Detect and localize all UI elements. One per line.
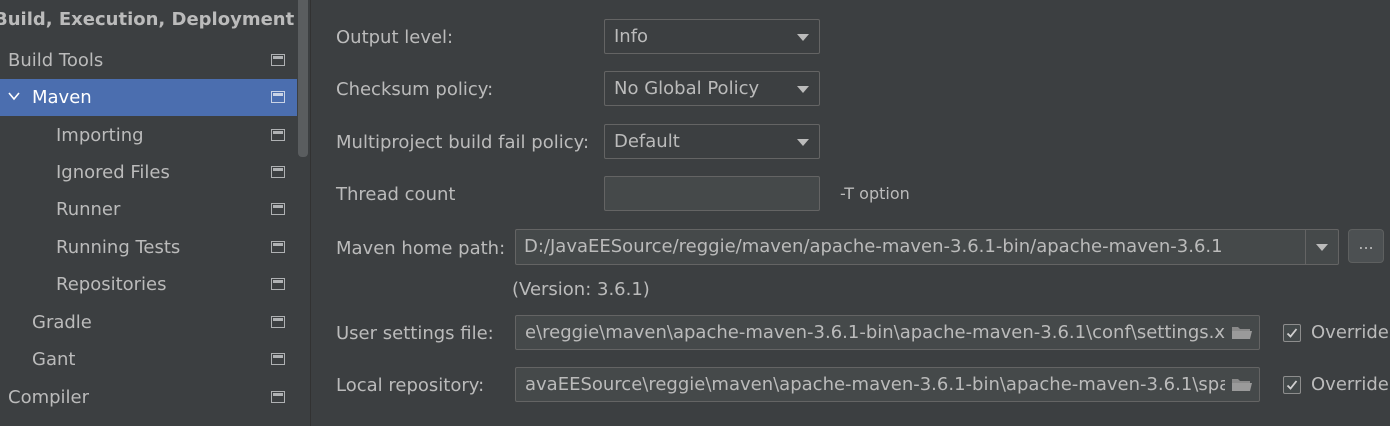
multiproject-fail-policy-dropdown[interactable]: Default — [604, 124, 820, 159]
thread-count-input[interactable] — [604, 176, 820, 211]
tree-item-maven[interactable]: Maven — [0, 79, 297, 116]
project-settings-icon — [271, 391, 285, 403]
project-settings-icon — [271, 166, 285, 178]
tree-item-label: Gant — [32, 349, 76, 370]
dropdown-arrow-icon[interactable] — [1316, 244, 1328, 251]
checksum-policy-label: Checksum policy: — [336, 79, 494, 100]
dropdown-arrow-icon — [797, 86, 809, 93]
section-title: Build, Execution, Deployment — [0, 9, 295, 30]
tree-item-build-tools[interactable]: Build Tools — [0, 42, 297, 79]
combo-separator — [1305, 230, 1306, 264]
multiproject-fail-policy-label: Multiproject build fail policy: — [336, 132, 590, 153]
tree-item-label: Ignored Files — [56, 162, 170, 183]
tree-item-runner[interactable]: Runner — [0, 191, 297, 228]
dropdown-arrow-icon — [797, 34, 809, 41]
folder-icon[interactable] — [1231, 377, 1253, 392]
project-settings-icon — [271, 203, 285, 215]
settings-tree: Build, Execution, Deployment Build Tools… — [0, 0, 311, 426]
maven-settings-panel: Output level: Info Checksum policy: No G… — [311, 0, 1390, 426]
project-settings-icon — [271, 91, 285, 103]
local-repository-value: avaEESource\reggie\maven\apache-maven-3.… — [525, 374, 1225, 395]
user-settings-override-checkbox[interactable] — [1283, 323, 1301, 342]
output-level-label: Output level: — [336, 27, 454, 48]
maven-home-combo[interactable]: D:/JavaEESource/reggie/maven/apache-mave… — [515, 229, 1339, 265]
override-label: Override — [1311, 374, 1389, 395]
user-settings-override[interactable]: Override — [1283, 322, 1389, 343]
project-settings-icon — [271, 278, 285, 290]
output-level-dropdown[interactable]: Info — [604, 19, 820, 54]
checksum-policy-dropdown[interactable]: No Global Policy — [604, 71, 820, 106]
checksum-policy-value: No Global Policy — [614, 78, 760, 99]
project-settings-icon — [271, 353, 285, 365]
project-settings-icon — [271, 129, 285, 141]
tree-item-label: Importing — [56, 125, 144, 146]
tree-item-label: Maven — [32, 87, 92, 108]
local-repository-label: Local repository: — [336, 375, 485, 396]
tree-item-label: Running Tests — [56, 237, 181, 258]
tree-item-gradle[interactable]: Gradle — [0, 304, 297, 341]
user-settings-label: User settings file: — [336, 323, 494, 344]
chevron-down-icon[interactable] — [8, 90, 20, 102]
project-settings-icon — [271, 241, 285, 253]
output-level-value: Info — [614, 26, 649, 47]
user-settings-value: e\reggie\maven\apache-maven-3.6.1-bin\ap… — [525, 322, 1225, 343]
multiproject-fail-policy-value: Default — [614, 131, 680, 152]
browse-button[interactable]: ... — [1348, 229, 1384, 263]
user-settings-field[interactable]: e\reggie\maven\apache-maven-3.6.1-bin\ap… — [515, 315, 1260, 350]
tree-item-importing[interactable]: Importing — [0, 117, 297, 154]
maven-version: (Version: 3.6.1) — [512, 279, 650, 300]
checkmark-icon — [1286, 327, 1298, 338]
tree-item-running-tests[interactable]: Running Tests — [0, 229, 297, 266]
maven-home-label: Maven home path: — [336, 238, 506, 259]
project-settings-icon — [271, 316, 285, 328]
dropdown-arrow-icon — [797, 139, 809, 146]
thread-count-hint: -T option — [840, 184, 910, 203]
folder-icon[interactable] — [1231, 325, 1253, 340]
tree-item-label: Repositories — [56, 274, 167, 295]
local-repository-override-checkbox[interactable] — [1283, 375, 1301, 394]
tree-item-label: Runner — [56, 199, 121, 220]
thread-count-label: Thread count — [336, 184, 456, 205]
tree-item-ignored-files[interactable]: Ignored Files — [0, 154, 297, 191]
project-settings-icon — [271, 54, 285, 66]
tree-item-label: Compiler — [8, 387, 90, 408]
checkmark-icon — [1286, 379, 1298, 390]
local-repository-field[interactable]: avaEESource\reggie\maven\apache-maven-3.… — [515, 367, 1260, 402]
tree-item-label: Gradle — [32, 312, 92, 333]
override-label: Override — [1311, 322, 1389, 343]
tree-item-repositories[interactable]: Repositories — [0, 266, 297, 303]
sidebar-scrollbar[interactable] — [298, 0, 308, 157]
maven-home-value: D:/JavaEESource/reggie/maven/apache-mave… — [524, 236, 1223, 257]
tree-item-gant[interactable]: Gant — [0, 341, 297, 378]
local-repository-override[interactable]: Override — [1283, 374, 1389, 395]
tree-item-label: Build Tools — [8, 50, 104, 71]
tree-item-compiler[interactable]: Compiler — [0, 379, 297, 416]
